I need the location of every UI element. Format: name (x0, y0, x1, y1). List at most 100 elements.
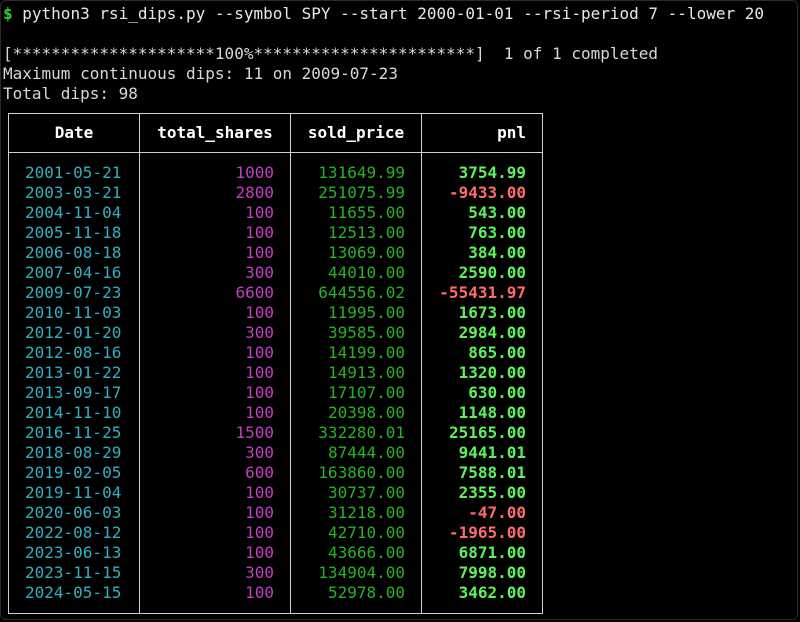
cell-sold-price: 44010.00 (290, 263, 422, 283)
cell-sold-price: 251075.99 (290, 183, 422, 203)
cell-sold-price: 42710.00 (290, 523, 422, 543)
table-row: 2012-01-20 300 39585.00 2984.00 (8, 323, 543, 343)
cell-date: 2023-06-13 (8, 543, 140, 563)
table-row: 2022-08-12 100 42710.00 -1965.00 (8, 523, 543, 543)
cell-date: 2003-03-21 (8, 183, 140, 203)
table-row: 2012-08-16 100 14199.00 865.00 (8, 343, 543, 363)
cell-total-shares: 2800 (139, 183, 291, 203)
cell-date: 2016-11-25 (8, 423, 140, 443)
cell-sold-price: 12513.00 (290, 223, 422, 243)
terminal-window: $ python3 rsi_dips.py --symbol SPY --sta… (0, 0, 798, 620)
total-dips-line: Total dips: 98 (3, 84, 138, 103)
table-row: 2023-11-15 300 134904.00 7998.00 (8, 563, 543, 583)
cell-sold-price: 134904.00 (290, 563, 422, 583)
cell-date: 2018-08-29 (8, 443, 140, 463)
cell-total-shares: 1000 (139, 152, 291, 183)
header-sold-price: sold_price (290, 113, 422, 153)
table-row: 2020-06-03 100 31218.00 -47.00 (8, 503, 543, 523)
table-row: 2005-11-18 100 12513.00 763.00 (8, 223, 543, 243)
cell-date: 2019-11-04 (8, 483, 140, 503)
cell-pnl: 3462.00 (421, 583, 543, 614)
cell-date: 2012-01-20 (8, 323, 140, 343)
cell-total-shares: 100 (139, 203, 291, 223)
cell-pnl: 763.00 (421, 223, 543, 243)
cell-pnl: 7998.00 (421, 563, 543, 583)
cell-sold-price: 20398.00 (290, 403, 422, 423)
cell-total-shares: 100 (139, 503, 291, 523)
cell-sold-price: 644556.02 (290, 283, 422, 303)
prompt-symbol: $ (3, 4, 13, 23)
cell-total-shares: 100 (139, 383, 291, 403)
cell-sold-price: 31218.00 (290, 503, 422, 523)
header-date: Date (8, 113, 140, 153)
table-body: 2001-05-21 1000 131649.99 3754.99 2003-03-21… (8, 152, 543, 614)
cell-date: 2009-07-23 (8, 283, 140, 303)
cell-sold-price: 163860.00 (290, 463, 422, 483)
cell-date: 2005-11-18 (8, 223, 140, 243)
table-row: 2013-09-17 100 17107.00 630.00 (8, 383, 543, 403)
cell-sold-price: 17107.00 (290, 383, 422, 403)
cell-pnl: 630.00 (421, 383, 543, 403)
progress-line: [*********************100%**************… (3, 44, 659, 63)
cell-date: 2014-11-10 (8, 403, 140, 423)
cell-date: 2004-11-04 (8, 203, 140, 223)
cell-pnl: 543.00 (421, 203, 543, 223)
table-row: 2009-07-23 6600 644556.02 -55431.97 (8, 283, 543, 303)
cell-total-shares: 100 (139, 523, 291, 543)
table-row: 2006-08-18 100 13069.00 384.00 (8, 243, 543, 263)
cell-pnl: 865.00 (421, 343, 543, 363)
cell-total-shares: 6600 (139, 283, 291, 303)
results-table: Date total_shares sold_price pnl 2001-05… (8, 113, 543, 614)
cell-date: 2020-06-03 (8, 503, 140, 523)
table-header-row: Date total_shares sold_price pnl (8, 113, 543, 153)
cell-total-shares: 300 (139, 563, 291, 583)
cell-date: 2012-08-16 (8, 343, 140, 363)
cell-pnl: 1320.00 (421, 363, 543, 383)
table-row: 2001-05-21 1000 131649.99 3754.99 (8, 152, 543, 183)
cell-sold-price: 11995.00 (290, 303, 422, 323)
max-dips-line: Maximum continuous dips: 11 on 2009-07-2… (3, 64, 398, 83)
cell-pnl: 1673.00 (421, 303, 543, 323)
table-row: 2007-04-16 300 44010.00 2590.00 (8, 263, 543, 283)
cell-total-shares: 300 (139, 263, 291, 283)
cell-total-shares: 100 (139, 583, 291, 614)
cell-sold-price: 13069.00 (290, 243, 422, 263)
cell-date: 2024-05-15 (8, 583, 140, 614)
cell-sold-price: 52978.00 (290, 583, 422, 614)
cell-sold-price: 11655.00 (290, 203, 422, 223)
cell-date: 2023-11-15 (8, 563, 140, 583)
table-row: 2019-11-04 100 30737.00 2355.00 (8, 483, 543, 503)
cell-sold-price: 14913.00 (290, 363, 422, 383)
cell-pnl: -9433.00 (421, 183, 543, 203)
cell-date: 2019-02-05 (8, 463, 140, 483)
cell-sold-price: 131649.99 (290, 152, 422, 183)
table-row: 2010-11-03 100 11995.00 1673.00 (8, 303, 543, 323)
cell-sold-price: 39585.00 (290, 323, 422, 343)
cell-date: 2013-09-17 (8, 383, 140, 403)
table-row: 2013-01-22 100 14913.00 1320.00 (8, 363, 543, 383)
command-line: $ python3 rsi_dips.py --symbol SPY --sta… (3, 4, 764, 24)
cell-pnl: 2984.00 (421, 323, 543, 343)
header-total-shares: total_shares (139, 113, 291, 153)
table-row: 2014-11-10 100 20398.00 1148.00 (8, 403, 543, 423)
cell-sold-price: 43666.00 (290, 543, 422, 563)
cell-date: 2022-08-12 (8, 523, 140, 543)
cell-total-shares: 300 (139, 323, 291, 343)
cell-pnl: -55431.97 (421, 283, 543, 303)
cell-total-shares: 300 (139, 443, 291, 463)
table-row: 2023-06-13 100 43666.00 6871.00 (8, 543, 543, 563)
header-pnl: pnl (421, 113, 543, 153)
command-text: python3 rsi_dips.py --symbol SPY --start… (12, 4, 764, 23)
cell-total-shares: 600 (139, 463, 291, 483)
cell-total-shares: 1500 (139, 423, 291, 443)
cell-pnl: 2355.00 (421, 483, 543, 503)
cell-total-shares: 100 (139, 363, 291, 383)
cell-pnl: 25165.00 (421, 423, 543, 443)
cell-pnl: -47.00 (421, 503, 543, 523)
cell-pnl: 6871.00 (421, 543, 543, 563)
cell-date: 2001-05-21 (8, 152, 140, 183)
cell-pnl: 3754.99 (421, 152, 543, 183)
table-row: 2016-11-25 1500 332280.01 25165.00 (8, 423, 543, 443)
cell-total-shares: 100 (139, 343, 291, 363)
cell-total-shares: 100 (139, 303, 291, 323)
